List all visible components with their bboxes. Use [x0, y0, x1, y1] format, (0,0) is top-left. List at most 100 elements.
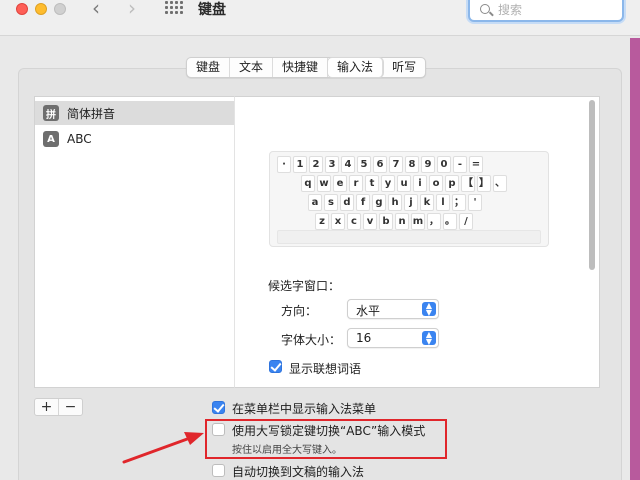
keyboard-key: f: [356, 194, 370, 211]
keyboard-key: =: [469, 156, 483, 173]
detail-scrollbar[interactable]: [589, 100, 595, 270]
abc-icon: A: [43, 131, 59, 147]
input-source-item-pinyin[interactable]: 拼 简体拼音: [35, 101, 235, 125]
keyboard-key: z: [315, 213, 329, 230]
keyboard-key: 6: [373, 156, 387, 173]
keyboard-key: u: [397, 175, 411, 192]
font-size-value: 16: [356, 331, 372, 345]
keyboard-key: j: [404, 194, 418, 211]
input-source-label: ABC: [67, 132, 92, 146]
keyboard-key: x: [331, 213, 345, 230]
tab-bar: 键盘 文本 快捷键 输入法 听写: [186, 57, 427, 78]
tab-keyboard[interactable]: 键盘: [187, 58, 231, 77]
keyboard-key: 4: [341, 156, 355, 173]
remove-input-source-button[interactable]: −: [59, 399, 82, 415]
minimize-window-button[interactable]: [35, 3, 47, 15]
show-all-grid-icon[interactable]: [165, 1, 183, 15]
show-menu-bar-checkbox[interactable]: [212, 401, 225, 414]
close-window-button[interactable]: [16, 3, 28, 15]
keyboard-key: y: [381, 175, 395, 192]
keyboard-key: g: [372, 194, 386, 211]
keyboard-key: o: [429, 175, 443, 192]
keyboard-row: [277, 230, 541, 244]
keyboard-key: p: [445, 175, 459, 192]
keyboard-key: 5: [357, 156, 371, 173]
predictive-text-checkbox[interactable]: [269, 360, 282, 373]
keyboard-key: c: [347, 213, 361, 230]
input-source-label: 简体拼音: [67, 106, 116, 121]
search-icon: [480, 4, 490, 14]
keyboard-key: b: [379, 213, 393, 230]
desktop-background-edge: [630, 38, 640, 480]
tab-shortcuts[interactable]: 快捷键: [273, 58, 329, 77]
annotation-highlight-box: [205, 419, 447, 459]
keyboard-key: ·: [277, 156, 291, 173]
keyboard-key: i: [413, 175, 427, 192]
keyboard-key: 。: [443, 213, 457, 230]
keyboard-key: 】: [477, 175, 491, 192]
tab-dictation[interactable]: 听写: [383, 58, 425, 77]
search-input[interactable]: 搜索: [468, 0, 624, 22]
keyboard-key: t: [365, 175, 379, 192]
keyboard-key: 1: [293, 156, 307, 173]
keyboard-key: 3: [325, 156, 339, 173]
keyboard-key: 【: [461, 175, 475, 192]
chevron-updown-icon: ▲ ▼: [422, 331, 436, 346]
keyboard-key: 9: [421, 156, 435, 173]
keyboard-key: n: [395, 213, 409, 230]
input-source-list: 拼 简体拼音 A ABC: [34, 96, 235, 388]
show-menu-bar-label: 在菜单栏中显示输入法菜单: [232, 402, 377, 416]
keyboard-row: · 1 2 3 4 5 6 7 8 9 0- =: [277, 156, 483, 173]
keyboard-key: q: [301, 175, 315, 192]
keyboard-key: ，: [427, 213, 441, 230]
keyboard-layout-preview: · 1 2 3 4 5 6 7 8 9 0- = q w e r t y u i o p 【】、 a s d f g h j k l； ' …: [269, 151, 549, 247]
keyboard-key: 、: [493, 175, 507, 192]
keyboard-key: 8: [405, 156, 419, 173]
keyboard-key: s: [324, 194, 338, 211]
keyboard-key: e: [333, 175, 347, 192]
list-add-remove-control: + −: [34, 398, 83, 416]
keyboard-key: ': [468, 194, 482, 211]
candidate-window-title: 候选字窗口：: [268, 279, 341, 293]
keyboard-key: 0: [437, 156, 451, 173]
zoom-window-button[interactable]: [54, 3, 66, 15]
keyboard-key: d: [340, 194, 354, 211]
window-title: 键盘: [198, 2, 226, 18]
keyboard-row: a s d f g h j k l； ': [308, 194, 482, 211]
font-size-label: 字体大小：: [281, 333, 342, 347]
space-key: [277, 230, 541, 244]
keyboard-key: l: [436, 194, 450, 211]
keyboard-key: -: [453, 156, 467, 173]
keyboard-row: q w e r t y u i o p 【】、: [301, 175, 507, 192]
keyboard-key: h: [388, 194, 402, 211]
orientation-label: 方向：: [281, 304, 318, 318]
keyboard-key: 7: [389, 156, 403, 173]
chevron-updown-icon: ▲ ▼: [422, 302, 436, 317]
input-source-item-abc[interactable]: A ABC: [35, 127, 235, 151]
keyboard-key: ；: [452, 194, 466, 211]
keyboard-key: v: [363, 213, 377, 230]
forward-arrow-icon[interactable]: ›: [128, 0, 136, 18]
keyboard-key: w: [317, 175, 331, 192]
orientation-value: 水平: [356, 304, 381, 318]
back-arrow-icon[interactable]: ‹: [92, 0, 100, 18]
keyboard-key: m: [411, 213, 425, 230]
search-placeholder: 搜索: [498, 3, 523, 17]
keyboard-key: /: [459, 213, 473, 230]
tab-input-sources[interactable]: 输入法: [328, 58, 384, 77]
keyboard-key: k: [420, 194, 434, 211]
font-size-select[interactable]: 16 ▲ ▼: [347, 328, 439, 348]
annotation-arrow-icon: [122, 432, 204, 464]
auto-switch-checkbox[interactable]: [212, 464, 225, 477]
orientation-select[interactable]: 水平 ▲ ▼: [347, 299, 439, 319]
keyboard-key: r: [349, 175, 363, 192]
pinyin-icon: 拼: [43, 105, 59, 121]
add-input-source-button[interactable]: +: [35, 399, 59, 415]
predictive-text-label: 显示联想词语: [289, 362, 362, 376]
auto-switch-label: 自动切换到文稿的输入法: [232, 465, 365, 479]
window-toolbar: ‹ › 键盘 搜索: [0, 0, 640, 36]
keyboard-row: z x c v b n m，。 /: [315, 213, 473, 230]
keyboard-key: a: [308, 194, 322, 211]
keyboard-key: 2: [309, 156, 323, 173]
tab-text[interactable]: 文本: [230, 58, 274, 77]
